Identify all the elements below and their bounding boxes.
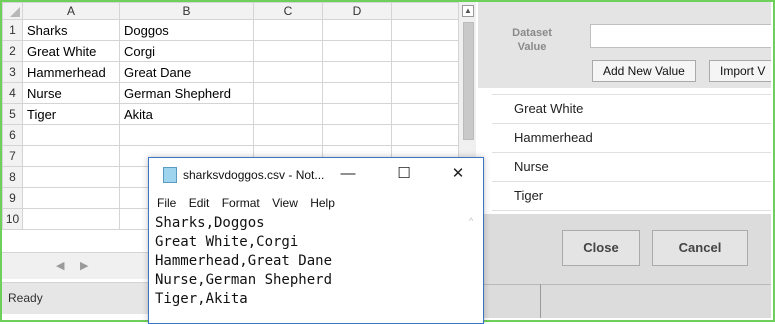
list-item[interactable]: Great White [492, 94, 771, 124]
cell[interactable] [322, 40, 392, 62]
cell[interactable]: Sharks [22, 19, 120, 41]
cell[interactable] [391, 61, 461, 83]
cell[interactable] [22, 124, 120, 146]
text-line: Hammerhead,Great Dane [155, 253, 333, 269]
scrollbar-thumb[interactable] [463, 22, 474, 140]
cell[interactable] [391, 82, 461, 104]
menu-edit[interactable]: Edit [189, 196, 210, 210]
row-header[interactable]: 5 [2, 103, 23, 125]
notepad-text-area[interactable]: Sharks,Doggos Great White,Corgi Hammerhead… [149, 214, 467, 323]
cell[interactable]: Tiger [22, 103, 120, 125]
table-row: 5 Tiger Akita [2, 103, 461, 125]
notepad-menu-bar: File Edit Format View Help [149, 192, 483, 214]
scroll-up-arrow-icon[interactable]: ▲ [462, 5, 474, 17]
scroll-up-icon[interactable]: ^ [469, 216, 473, 226]
value-list: Great White Hammerhead Nurse Tiger [492, 94, 771, 211]
list-item[interactable]: Tiger [492, 182, 771, 211]
cell[interactable] [322, 103, 392, 125]
row-header[interactable]: 7 [2, 145, 23, 167]
row-header[interactable]: 1 [2, 19, 23, 41]
row-header[interactable]: 10 [2, 208, 23, 230]
cell[interactable] [253, 61, 323, 83]
add-new-value-button[interactable]: Add New Value [592, 60, 696, 82]
cell[interactable] [391, 19, 461, 41]
row-header[interactable]: 8 [2, 166, 23, 188]
cell[interactable]: Hammerhead [22, 61, 120, 83]
window-title: sharksvdoggos.csv - Not... [183, 168, 325, 182]
cell[interactable] [253, 40, 323, 62]
cell[interactable]: Corgi [119, 40, 254, 62]
cell[interactable] [253, 82, 323, 104]
list-item[interactable]: Hammerhead [492, 124, 771, 153]
cell[interactable] [253, 124, 323, 146]
cancel-button[interactable]: Cancel [652, 230, 748, 266]
cell[interactable] [322, 61, 392, 83]
column-header-b[interactable]: B [119, 2, 254, 20]
dialog-footer: Close Cancel [478, 214, 771, 318]
cell[interactable] [119, 124, 254, 146]
row-header[interactable]: 4 [2, 82, 23, 104]
row-header[interactable]: 6 [2, 124, 23, 146]
row-header[interactable]: 9 [2, 187, 23, 209]
column-header-e[interactable] [391, 2, 461, 20]
dataset-dialog: Dataset Value Add New Value Import V Gre… [478, 2, 771, 318]
column-header-a[interactable]: A [22, 2, 120, 20]
close-icon[interactable]: ✕ [435, 158, 481, 190]
cell[interactable]: Doggos [119, 19, 254, 41]
notepad-scrollbar[interactable]: ^ [465, 214, 482, 323]
cell[interactable] [322, 19, 392, 41]
close-button[interactable]: Close [562, 230, 640, 266]
column-header-row: A B C D [2, 2, 461, 20]
text-line: Nurse,German Shepherd [155, 272, 333, 288]
column-header-c[interactable]: C [253, 2, 323, 20]
select-all-corner[interactable] [2, 2, 23, 20]
notepad-window: sharksvdoggos.csv - Not... — ☐ ✕ File Ed… [148, 157, 484, 324]
cell[interactable] [322, 82, 392, 104]
dataset-value-label: Dataset Value [512, 27, 552, 53]
text-line: Tiger,Akita [155, 291, 248, 307]
sheet-next-icon[interactable]: ▶ [80, 259, 88, 272]
cell[interactable]: Great White [22, 40, 120, 62]
minimize-icon[interactable]: — [325, 158, 371, 190]
cell[interactable] [22, 187, 120, 209]
cell[interactable] [253, 103, 323, 125]
menu-help[interactable]: Help [310, 196, 335, 210]
text-line: Sharks,Doggos [155, 215, 265, 231]
import-values-button[interactable]: Import V [709, 60, 771, 82]
cell[interactable] [253, 19, 323, 41]
row-header[interactable]: 2 [2, 40, 23, 62]
footer-separator [540, 284, 541, 318]
cell[interactable] [22, 208, 120, 230]
text-line: Great White,Corgi [155, 234, 299, 250]
table-row: 3 Hammerhead Great Dane [2, 61, 461, 83]
notepad-title-bar[interactable]: sharksvdoggos.csv - Not... — ☐ ✕ [149, 158, 483, 192]
cell[interactable] [391, 40, 461, 62]
dialog-header: Dataset Value Add New Value Import V [478, 2, 771, 88]
cell[interactable] [391, 124, 461, 146]
row-header[interactable]: 3 [2, 61, 23, 83]
list-item[interactable]: Nurse [492, 153, 771, 182]
menu-file[interactable]: File [157, 196, 176, 210]
cell[interactable]: Akita [119, 103, 254, 125]
cell[interactable] [22, 145, 120, 167]
cell[interactable]: Nurse [22, 82, 120, 104]
cell[interactable] [322, 124, 392, 146]
cell[interactable] [391, 103, 461, 125]
menu-view[interactable]: View [272, 196, 298, 210]
cell[interactable]: German Shepherd [119, 82, 254, 104]
maximize-icon[interactable]: ☐ [381, 158, 427, 190]
notepad-file-icon [163, 167, 177, 183]
table-row: 6 [2, 124, 461, 146]
cell[interactable] [22, 166, 120, 188]
column-header-d[interactable]: D [322, 2, 392, 20]
sheet-prev-icon[interactable]: ◀ [56, 259, 64, 272]
table-row: 2 Great White Corgi [2, 40, 461, 62]
dataset-value-input[interactable] [590, 24, 771, 48]
cell[interactable]: Great Dane [119, 61, 254, 83]
menu-format[interactable]: Format [222, 196, 260, 210]
table-row: 4 Nurse German Shepherd [2, 82, 461, 104]
table-row: 1 Sharks Doggos [2, 19, 461, 41]
footer-divider [478, 284, 771, 285]
